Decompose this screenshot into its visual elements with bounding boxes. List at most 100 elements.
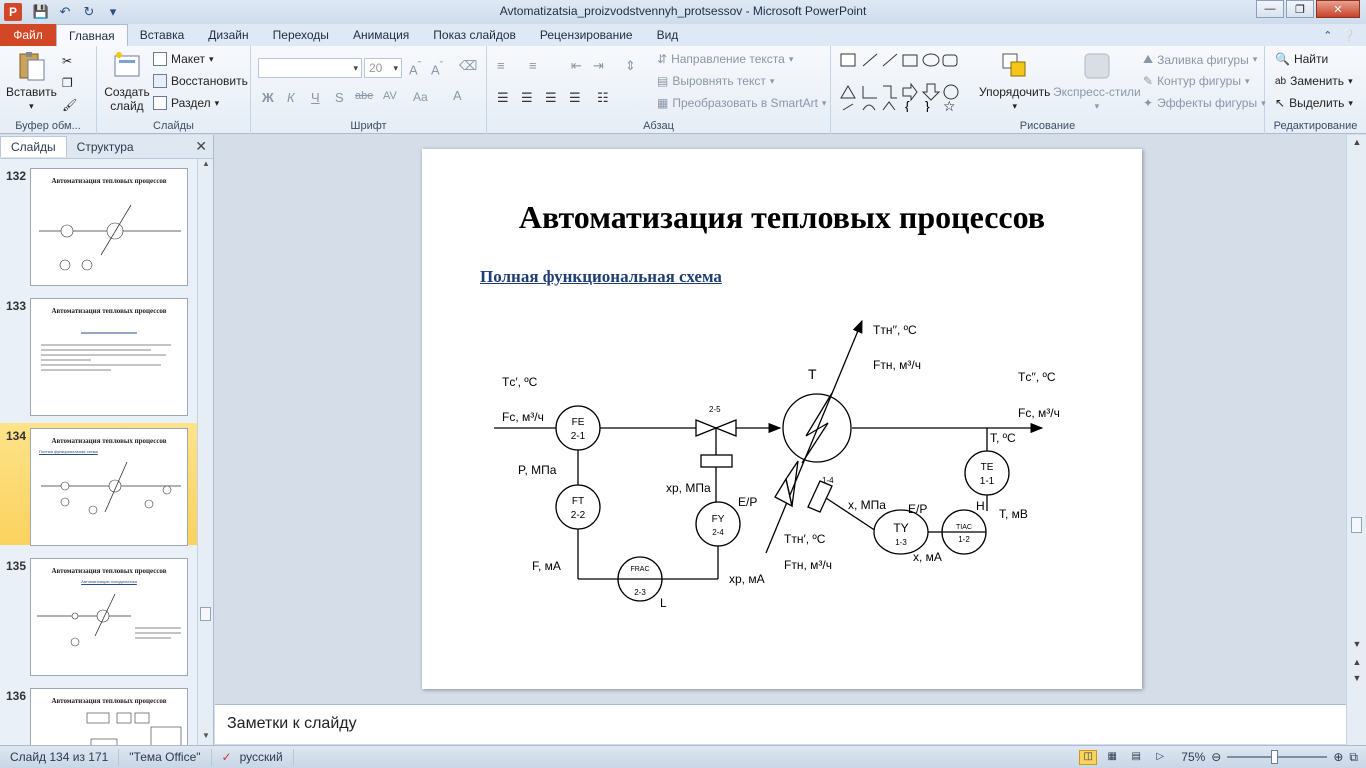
change-case-button[interactable]: Aa [413, 90, 428, 104]
align-right-icon[interactable]: ☰ [545, 90, 557, 106]
tab-transitions[interactable]: Переходы [261, 24, 341, 46]
copy-button[interactable]: ❐ [62, 76, 73, 90]
layout-button[interactable]: Макет ▾ [153, 52, 214, 66]
functional-scheme-diagram[interactable]: Tс′, ºC Fс, м³/ч Tс′′, ºC Fс, м³/ч Tтн′′… [422, 149, 1142, 689]
slide-thumbnail[interactable]: Автоматизация тепловых процессов [30, 298, 188, 416]
close-pane-icon[interactable]: ✕ [195, 138, 207, 155]
slide-thumbnail[interactable]: Автоматизация тепловых процессов [30, 168, 188, 286]
thumbnail-row[interactable]: 132 Автоматизация тепловых процессов [0, 163, 198, 286]
select-button[interactable]: ↖ Выделить ▾ [1275, 96, 1353, 110]
zoom-in-icon[interactable]: ⊕ [1333, 750, 1343, 764]
char-spacing-button[interactable]: AV [383, 90, 397, 102]
columns-icon[interactable]: ☷ [597, 90, 609, 106]
minimize-button[interactable]: — [1256, 0, 1284, 18]
reading-view-icon[interactable]: ▤ [1127, 750, 1145, 765]
powerpoint-app-icon[interactable]: P [4, 3, 22, 21]
format-painter-button[interactable]: 🖌 [62, 98, 77, 112]
increase-indent-icon[interactable]: ⇥ [593, 58, 604, 74]
thumbnail-row[interactable]: 133 Автоматизация тепловых процессов [0, 293, 198, 416]
tab-slides[interactable]: Слайды [0, 136, 67, 157]
scroll-up-icon[interactable]: ▲ [198, 159, 214, 173]
tab-animations[interactable]: Анимация [341, 24, 421, 46]
tab-insert[interactable]: Вставка [128, 24, 197, 46]
help-icon[interactable]: ❔ [1342, 29, 1356, 42]
undo-icon[interactable]: ↶ [56, 4, 74, 20]
minimize-ribbon-icon[interactable]: ⌃ [1323, 29, 1332, 42]
font-color-button[interactable]: A [453, 88, 462, 103]
align-text-button[interactable]: ▤ Выровнять текст ▾ [657, 74, 774, 88]
section-button[interactable]: Раздел ▾ [153, 96, 219, 110]
bold-button[interactable]: Ж [262, 90, 274, 105]
zoom-slider-knob[interactable] [1271, 750, 1279, 764]
scroll-down-icon[interactable]: ▼ [198, 731, 214, 745]
font-name-combo[interactable]: ▾ [258, 58, 362, 78]
slideshow-icon[interactable]: ▷ [1151, 750, 1169, 765]
justify-icon[interactable]: ☰ [569, 90, 581, 106]
text-direction-button[interactable]: ⇵ Направление текста ▾ [657, 52, 793, 66]
line-spacing-icon[interactable]: ⇕ [625, 58, 636, 74]
shape-fill-button[interactable]: ⛰ Заливка фигуры ▾ [1143, 52, 1257, 67]
scroll-thumb[interactable] [200, 607, 211, 621]
tab-view[interactable]: Вид [645, 24, 691, 46]
thumbnail-row[interactable]: 136 Автоматизация тепловых процессов [0, 683, 198, 745]
scroll-down-icon[interactable]: ▼ [1347, 639, 1366, 649]
slide-thumbnail[interactable]: Автоматизация тепловых процессов Полная … [30, 428, 188, 546]
redo-icon[interactable]: ↻ [80, 4, 98, 20]
replace-button[interactable]: ab Заменить ▾ [1275, 74, 1353, 88]
normal-view-icon[interactable]: ◫ [1079, 749, 1098, 765]
arrange-button[interactable]: Упорядочить ▾ [979, 50, 1050, 113]
clear-format-icon[interactable]: ⌫ [459, 58, 477, 74]
reset-button[interactable]: Восстановить [153, 74, 248, 88]
shadow-button[interactable]: S [335, 90, 344, 105]
align-center-icon[interactable]: ☰ [521, 90, 533, 106]
shape-effects-button[interactable]: ✦ Эффекты фигуры ▾ [1143, 96, 1266, 110]
previous-slide-icon[interactable]: ▲ [1347, 657, 1366, 667]
zoom-out-icon[interactable]: ⊖ [1211, 750, 1221, 764]
thumbnail-row[interactable]: 135 Автоматизация тепловых процессов Авт… [0, 553, 198, 676]
slide-thumbnail[interactable]: Автоматизация тепловых процессов [30, 688, 188, 745]
decrease-indent-icon[interactable]: ⇤ [571, 58, 582, 74]
scroll-thumb[interactable] [1351, 517, 1362, 533]
font-size-combo[interactable]: 20 ▾ [364, 58, 402, 78]
maximize-button[interactable]: ❐ [1286, 0, 1314, 18]
italic-button[interactable]: К [287, 90, 295, 105]
thumbnail-row-selected[interactable]: 134 Автоматизация тепловых процессов Пол… [0, 423, 198, 546]
paste-button[interactable]: Вставить ▾ [6, 50, 57, 113]
notes-pane[interactable]: Заметки к слайду [215, 704, 1346, 744]
strikethrough-button[interactable]: abe [355, 90, 373, 102]
find-button[interactable]: 🔍 Найти [1275, 52, 1328, 66]
slides-pane-scrollbar[interactable]: ▲ ▼ [197, 159, 213, 745]
theme-name[interactable]: "Тема Office" [119, 748, 212, 766]
fit-to-window-icon[interactable]: ⧉ [1349, 750, 1358, 765]
tab-slideshow[interactable]: Показ слайдов [421, 24, 528, 46]
smartart-button[interactable]: ▦ Преобразовать в SmartArt ▾ [657, 96, 826, 110]
shapes-gallery[interactable]: { } ☆ [839, 52, 971, 112]
shape-outline-button[interactable]: ✎ Контур фигуры ▾ [1143, 74, 1250, 88]
new-slide-button[interactable]: Создать слайд [103, 50, 151, 113]
cut-button[interactable]: ✂ [62, 54, 72, 68]
tab-review[interactable]: Рецензирование [528, 24, 645, 46]
slide-sorter-icon[interactable]: ▦ [1103, 750, 1121, 765]
language-indicator[interactable]: ✓ русский [212, 748, 294, 766]
shrink-font-icon[interactable]: Aˇ [431, 60, 443, 77]
scroll-up-icon[interactable]: ▲ [1347, 137, 1366, 147]
numbering-icon[interactable]: ≡ [529, 58, 537, 73]
tab-home[interactable]: Главная [56, 24, 128, 46]
close-button[interactable]: ✕ [1316, 0, 1360, 18]
save-icon[interactable]: 💾 [32, 4, 50, 20]
editing-area-scrollbar[interactable]: ▲ ▼ ▲ ▼ [1346, 135, 1366, 745]
tab-design[interactable]: Дизайн [196, 24, 260, 46]
next-slide-icon[interactable]: ▼ [1347, 673, 1366, 683]
slide-canvas[interactable]: Автоматизация тепловых процессов Полная … [422, 149, 1142, 689]
zoom-slider[interactable] [1227, 750, 1328, 764]
customize-qat-icon[interactable]: ▾ [104, 4, 122, 20]
zoom-level[interactable]: 75% [1181, 750, 1205, 764]
bullets-icon[interactable]: ≡ [497, 58, 505, 73]
grow-font-icon[interactable]: Aˆ [409, 60, 421, 77]
quick-styles-button[interactable]: Экспресс-стили ▾ [1053, 50, 1141, 113]
tab-file[interactable]: Файл [0, 24, 56, 46]
underline-button[interactable]: Ч [311, 90, 320, 105]
tab-outline[interactable]: Структура [67, 137, 144, 157]
slide-thumbnail[interactable]: Автоматизация тепловых процессов Автомат… [30, 558, 188, 676]
align-left-icon[interactable]: ☰ [497, 90, 509, 106]
